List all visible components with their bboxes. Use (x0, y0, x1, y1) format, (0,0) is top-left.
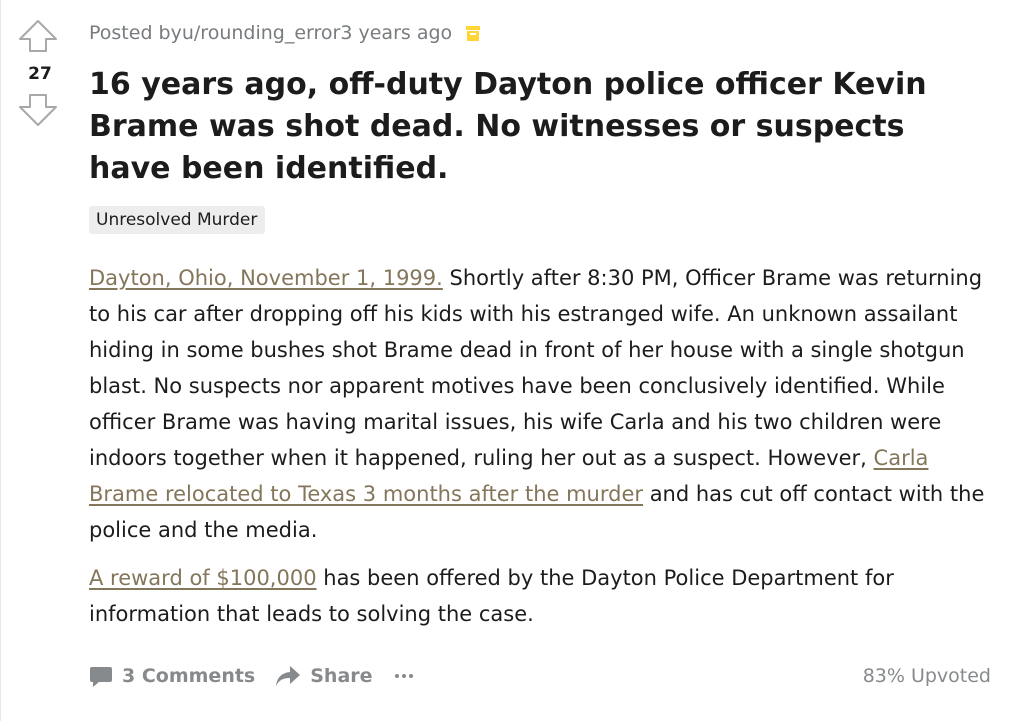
share-label: Share (310, 665, 373, 687)
share-button[interactable]: Share (275, 665, 373, 687)
archive-box-icon (466, 25, 481, 41)
post-content: Posted by u/rounding_error 3 years ago 1… (89, 18, 999, 632)
post-title[interactable]: 16 years ago, off-duty Dayton police off… (89, 64, 994, 190)
author-link[interactable]: u/rounding_error (182, 22, 341, 44)
comments-label: 3 Comments (122, 665, 256, 687)
body-link-reward[interactable]: A reward of $100,000 (89, 566, 317, 590)
post-flair[interactable]: Unresolved Murder (89, 206, 266, 234)
meta-prefix: Posted by (89, 22, 182, 44)
body-text: Shortly after 8:30 PM, Officer Brame was… (89, 266, 983, 470)
downvote-arrow-icon[interactable] (17, 92, 59, 128)
post-card: 27 Posted by u/rounding_error 3 years ag… (0, 0, 1024, 721)
post-time: 3 years ago (340, 22, 453, 44)
body-paragraph: Dayton, Ohio, November 1, 1999. Shortly … (89, 260, 999, 548)
post-meta: Posted by u/rounding_error 3 years ago (89, 18, 999, 48)
share-arrow-icon (276, 666, 301, 686)
body-link-date[interactable]: Dayton, Ohio, November 1, 1999. (89, 266, 443, 290)
upvote-ratio: 83% Upvoted (862, 665, 991, 687)
upvote-arrow-icon[interactable] (17, 18, 59, 54)
comments-button[interactable]: 3 Comments (89, 665, 255, 688)
post-footer: 3 Comments Share 83% Upvoted (89, 656, 994, 696)
body-paragraph: A reward of $100,000 has been offered by… (89, 560, 999, 632)
vote-score: 27 (28, 64, 52, 84)
post-body: Dayton, Ohio, November 1, 1999. Shortly … (89, 260, 999, 632)
comment-icon (90, 666, 112, 687)
ellipsis-icon[interactable] (394, 674, 413, 678)
